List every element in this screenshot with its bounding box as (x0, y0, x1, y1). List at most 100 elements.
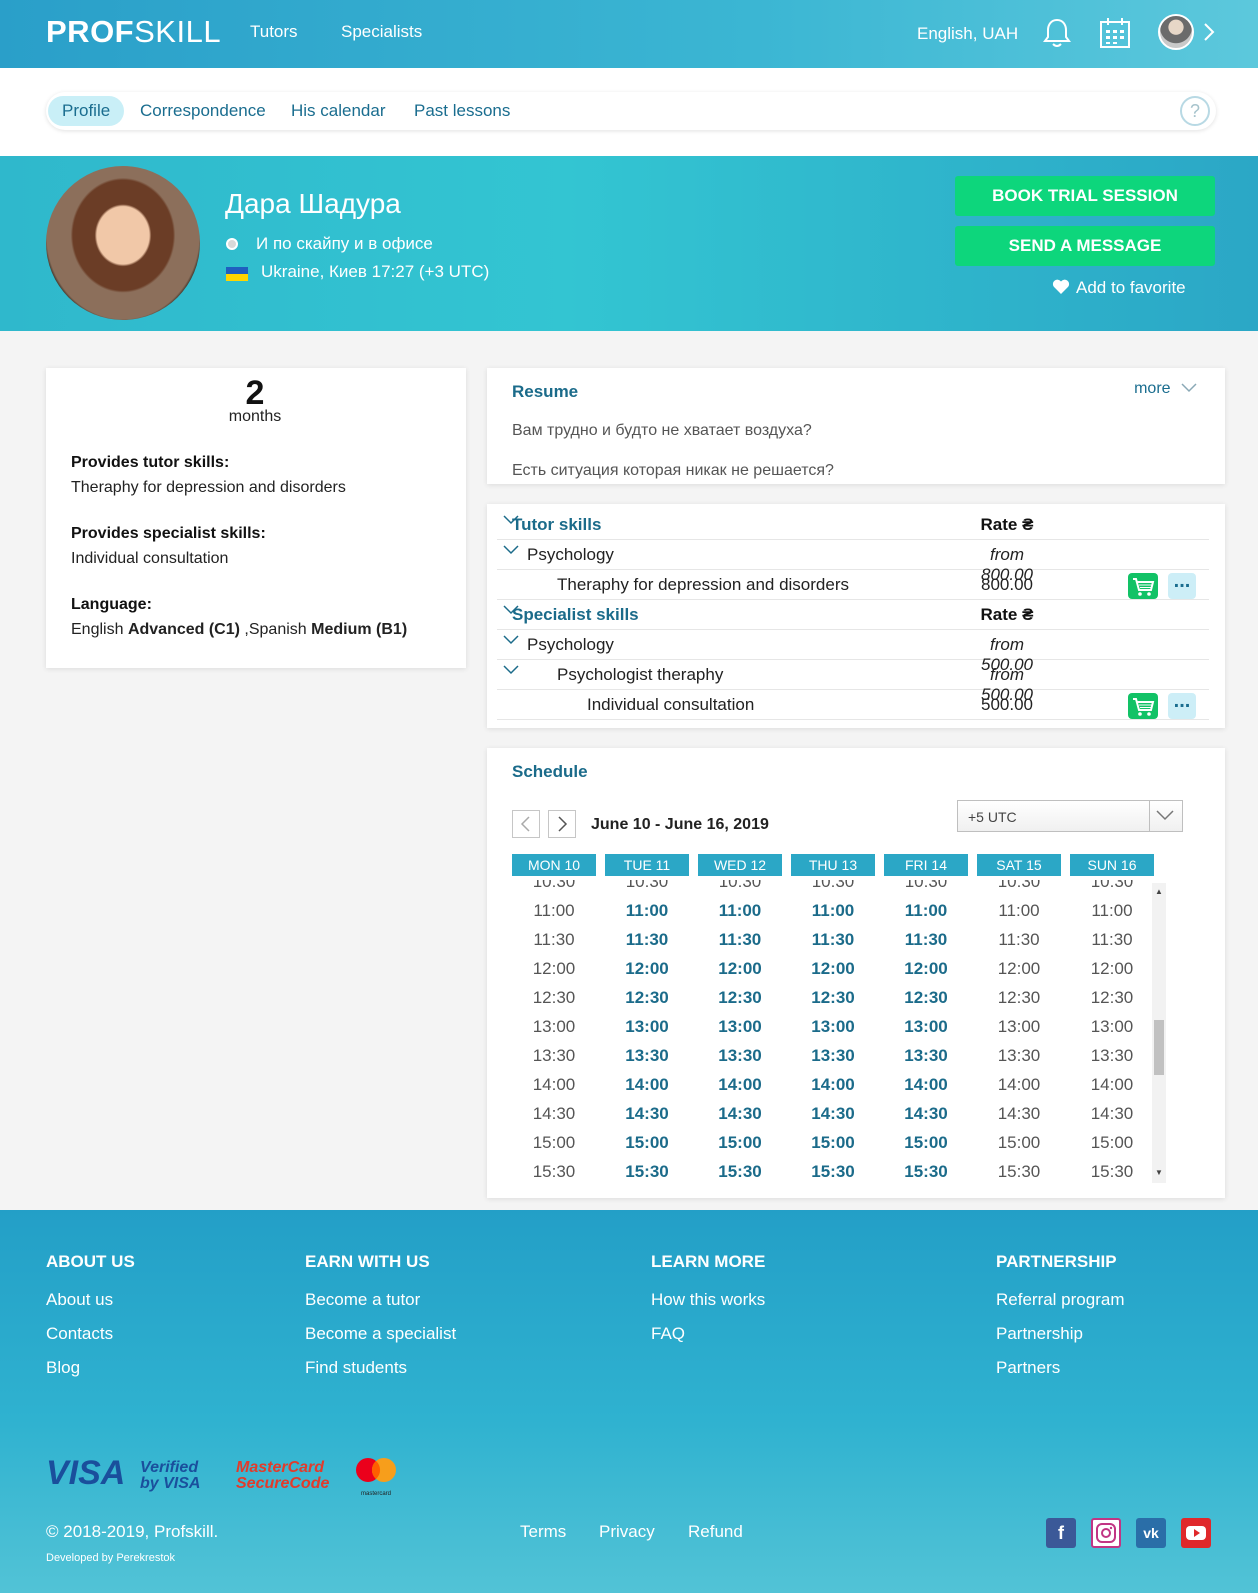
footer-link[interactable]: About us (46, 1290, 113, 1310)
time-slot[interactable]: 14:00 (791, 1075, 875, 1095)
user-avatar[interactable] (1158, 14, 1194, 50)
footer-link[interactable]: Become a specialist (305, 1324, 456, 1344)
skill-group-row[interactable]: Psychologist theraphy from 500.00 (497, 660, 1209, 704)
time-slot[interactable]: 12:00 (791, 959, 875, 979)
more-options-button[interactable]: ... (1168, 691, 1196, 719)
time-slot[interactable]: 15:30 (698, 1162, 782, 1180)
scroll-down-icon[interactable]: ▼ (1155, 1168, 1163, 1177)
time-slot: 15:30 (532, 1162, 576, 1180)
time-slot[interactable]: 11:00 (791, 901, 875, 921)
footer-link[interactable]: Contacts (46, 1324, 113, 1344)
prev-week-button[interactable] (512, 810, 540, 838)
time-slot[interactable]: 12:30 (791, 988, 875, 1008)
schedule-scrollbar-thumb[interactable] (1154, 1020, 1164, 1075)
chevron-right-icon[interactable] (1203, 22, 1215, 42)
time-slot[interactable]: 11:00 (884, 901, 968, 921)
time-slot[interactable]: 13:30 (605, 1046, 689, 1066)
chevron-down-icon[interactable] (503, 635, 519, 645)
language-currency-selector[interactable]: English, UAH (917, 24, 1018, 44)
nav-tutors[interactable]: Tutors (250, 22, 298, 42)
skill-rate: Rate ₴ (980, 515, 1034, 534)
time-slot[interactable]: 15:30 (884, 1162, 968, 1180)
time-slot[interactable]: 13:30 (791, 1046, 875, 1066)
youtube-icon[interactable] (1181, 1518, 1211, 1548)
time-slot[interactable]: 15:30 (605, 1162, 689, 1180)
tab-profile[interactable]: Profile (48, 96, 125, 126)
time-slot[interactable]: 12:30 (605, 988, 689, 1008)
time-slot[interactable]: 14:00 (698, 1075, 782, 1095)
tab-past-lessons[interactable]: Past lessons (400, 96, 524, 126)
calendar-icon[interactable] (1098, 16, 1132, 50)
day-header: TUE 11 (605, 854, 689, 876)
footer-link[interactable]: FAQ (651, 1324, 685, 1344)
time-slot[interactable]: 12:30 (698, 988, 782, 1008)
specialist-skills-label: Provides specialist skills: (71, 525, 266, 542)
time-slot: 15:30 (997, 1162, 1041, 1180)
time-slots-grid: 10:30 11:00 11:30 12:00 12:30 13:00 13:30 14:00… (487, 880, 1177, 1180)
time-slot[interactable]: 11:30 (884, 930, 968, 950)
time-slot[interactable]: 14:00 (884, 1075, 968, 1095)
profskill-logo[interactable]: PROFSKILL (46, 14, 221, 50)
time-slot[interactable]: 11:30 (791, 930, 875, 950)
add-to-favorite-link[interactable]: Add to favorite (1052, 278, 1186, 298)
time-slot[interactable]: 15:00 (605, 1133, 689, 1153)
terms-link[interactable]: Terms (520, 1522, 566, 1542)
time-slot[interactable]: 14:30 (605, 1104, 689, 1124)
footer-link[interactable]: Partnership (996, 1324, 1083, 1344)
book-trial-button[interactable]: BOOK TRIAL SESSION (955, 176, 1215, 216)
nav-specialists[interactable]: Specialists (341, 22, 422, 42)
facebook-icon[interactable]: f (1046, 1518, 1076, 1548)
time-slot[interactable]: 15:00 (698, 1133, 782, 1153)
time-slot[interactable]: 13:00 (605, 1017, 689, 1037)
tab-his-calendar[interactable]: His calendar (277, 96, 400, 126)
skills-header-row[interactable]: Specialist skills Rate ₴ (497, 600, 1209, 630)
time-slot[interactable]: 11:30 (698, 930, 782, 950)
skill-group-row[interactable]: Psychology from 800.00 (497, 540, 1209, 584)
footer-link[interactable]: Find students (305, 1358, 407, 1378)
time-slot[interactable]: 12:00 (605, 959, 689, 979)
tutor-skills-label: Provides tutor skills: (71, 454, 230, 471)
tab-correspondence[interactable]: Correspondence (126, 96, 280, 126)
time-slot[interactable]: 13:00 (884, 1017, 968, 1037)
privacy-link[interactable]: Privacy (599, 1522, 655, 1542)
footer-link[interactable]: Blog (46, 1358, 80, 1378)
time-slot[interactable]: 15:30 (791, 1162, 875, 1180)
time-slot[interactable]: 13:00 (698, 1017, 782, 1037)
chevron-down-icon[interactable] (503, 665, 519, 675)
chevron-down-icon[interactable] (503, 545, 519, 555)
time-slot[interactable]: 13:30 (698, 1046, 782, 1066)
help-button[interactable]: ? (1180, 96, 1210, 126)
add-to-cart-button[interactable] (1128, 573, 1158, 599)
time-slot[interactable]: 15:00 (884, 1133, 968, 1153)
time-slot[interactable]: 14:00 (605, 1075, 689, 1095)
send-message-button[interactable]: SEND A MESSAGE (955, 226, 1215, 266)
more-options-button[interactable]: ... (1168, 571, 1196, 599)
skills-header-row[interactable]: Tutor skills Rate ₴ (497, 510, 1209, 540)
footer-link[interactable]: Referral program (996, 1290, 1125, 1310)
resume-more-toggle[interactable]: more (1134, 380, 1197, 398)
time-slot[interactable]: 11:30 (605, 930, 689, 950)
footer-link[interactable]: Partners (996, 1358, 1060, 1378)
time-slot[interactable]: 14:30 (884, 1104, 968, 1124)
scroll-up-icon[interactable]: ▲ (1155, 887, 1163, 896)
next-week-button[interactable] (548, 810, 576, 838)
time-slot[interactable]: 13:00 (791, 1017, 875, 1037)
time-slot[interactable]: 12:00 (698, 959, 782, 979)
bell-icon[interactable] (1040, 16, 1074, 50)
time-slot[interactable]: 15:00 (791, 1133, 875, 1153)
footer-link[interactable]: Become a tutor (305, 1290, 420, 1310)
time-slot[interactable]: 11:00 (605, 901, 689, 921)
time-slot[interactable]: 14:30 (791, 1104, 875, 1124)
time-slot[interactable]: 14:30 (698, 1104, 782, 1124)
add-to-cart-button[interactable] (1128, 693, 1158, 719)
footer-link[interactable]: How this works (651, 1290, 765, 1310)
timezone-select[interactable]: +5 UTC (957, 800, 1183, 832)
time-slot[interactable]: 11:00 (698, 901, 782, 921)
skill-group-row[interactable]: Psychology from 500.00 (497, 630, 1209, 674)
refund-link[interactable]: Refund (688, 1522, 743, 1542)
time-slot[interactable]: 12:30 (884, 988, 968, 1008)
vk-icon[interactable]: vk (1136, 1518, 1166, 1548)
time-slot[interactable]: 13:30 (884, 1046, 968, 1066)
instagram-icon[interactable] (1091, 1518, 1121, 1548)
time-slot[interactable]: 12:00 (884, 959, 968, 979)
